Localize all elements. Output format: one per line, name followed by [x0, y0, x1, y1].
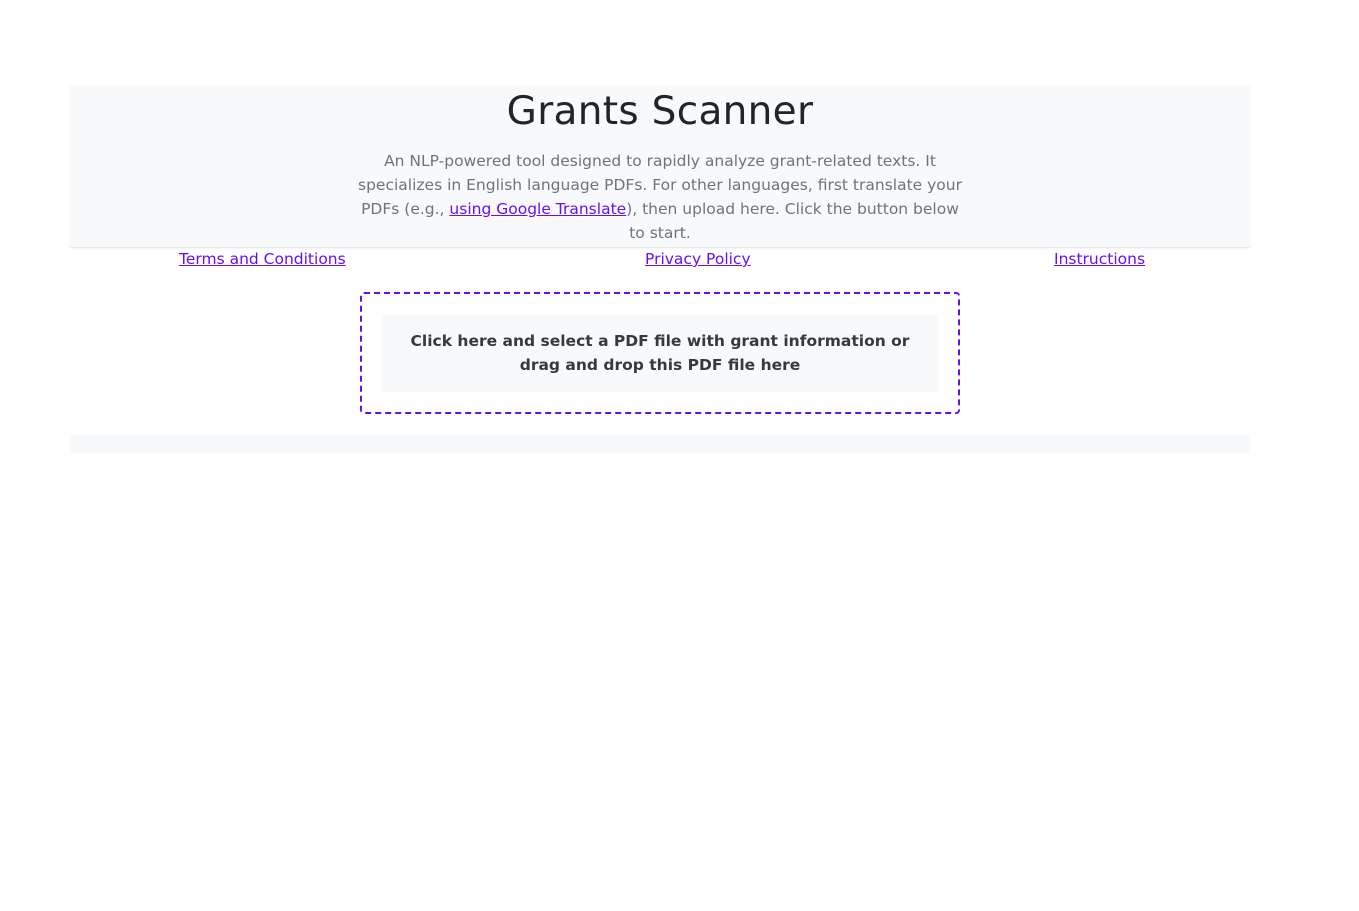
hero-section: Grants Scanner An NLP-powered tool desig… [70, 85, 1250, 248]
privacy-policy-link[interactable]: Privacy Policy [645, 250, 751, 268]
description-text-end: ), then upload here. Click the button be… [626, 200, 959, 242]
dropzone-label: Click here and select a PDF file with gr… [410, 332, 910, 374]
dropzone-inner-panel[interactable]: Click here and select a PDF file with gr… [382, 314, 938, 392]
instructions-link[interactable]: Instructions [1054, 250, 1145, 268]
page-description: An NLP-powered tool designed to rapidly … [355, 149, 965, 245]
pdf-upload-dropzone[interactable]: Click here and select a PDF file with gr… [360, 292, 960, 414]
footer-links-row: Terms and Conditions Privacy Policy Inst… [70, 248, 1250, 274]
page-title: Grants Scanner [506, 89, 814, 134]
bottom-strip [70, 434, 1250, 454]
google-translate-link[interactable]: using Google Translate [449, 200, 626, 218]
page-container: Grants Scanner An NLP-powered tool desig… [70, 85, 1250, 454]
terms-and-conditions-link[interactable]: Terms and Conditions [179, 250, 346, 268]
